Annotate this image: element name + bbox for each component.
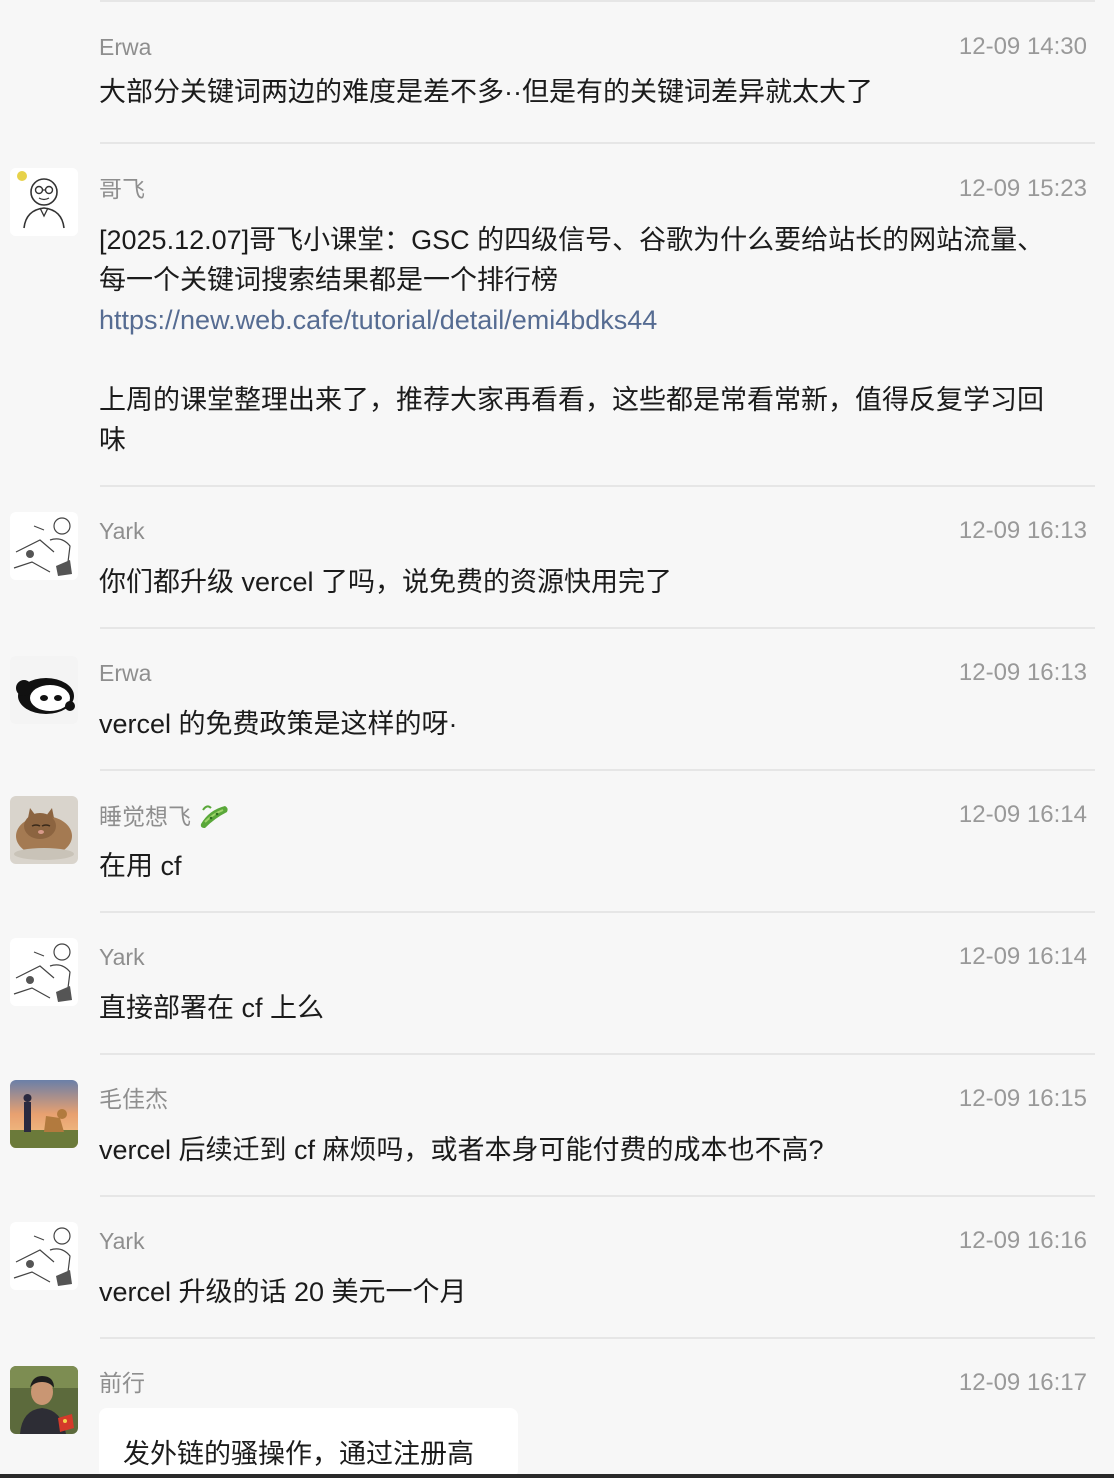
divider <box>100 142 1095 144</box>
divider <box>100 0 1095 2</box>
sender-name[interactable]: Erwa <box>99 32 151 62</box>
message-text: [2025.12.07]哥飞小课堂：GSC 的四级信号、谷歌为什么要给站长的网站… <box>99 225 1045 455</box>
divider <box>100 485 1095 487</box>
message-time: 12-09 16:17 <box>958 1369 1087 1396</box>
sender-name[interactable]: 毛佳杰 <box>99 1084 168 1114</box>
message-text: 你们都升级 vercel 了吗，说免费的资源快用完了 <box>99 567 673 597</box>
message-text: 大部分关键词两边的难度是差不多··但是有的关键词差异就太大了 <box>99 77 873 107</box>
sender-name[interactable]: Yark <box>99 942 145 972</box>
divider <box>100 1195 1095 1197</box>
message-text: 在用 cf <box>99 851 182 881</box>
message-time: 12-09 16:15 <box>958 1085 1087 1112</box>
sender-name[interactable]: Yark <box>99 1226 145 1256</box>
divider <box>100 1053 1095 1055</box>
window-bottom-edge <box>0 1474 1114 1478</box>
quoted-message-card[interactable]: 发外链的骚操作，通过注册高 <box>99 1408 518 1478</box>
message-time: 12-09 14:30 <box>958 33 1087 60</box>
line-sketch-avatar-icon[interactable] <box>10 1222 78 1290</box>
message-time: 12-09 16:14 <box>958 943 1087 970</box>
divider <box>100 769 1095 771</box>
divider <box>100 1337 1095 1339</box>
message-time: 12-09 16:14 <box>958 801 1087 828</box>
sender-name[interactable]: 前行 <box>99 1368 145 1398</box>
message-time: 12-09 16:13 <box>958 517 1087 544</box>
message-text: vercel 后续迁到 cf 麻烦吗，或者本身可能付费的成本也不高? <box>99 1135 824 1165</box>
message-time: 12-09 15:23 <box>958 175 1087 202</box>
divider <box>100 911 1095 913</box>
message-text: 直接部署在 cf 上么 <box>99 993 325 1023</box>
sender-name[interactable]: 睡觉想飞 <box>99 800 231 837</box>
cucumber-icon <box>197 800 231 837</box>
tutorial-link[interactable]: https://new.web.cafe/tutorial/detail/emi… <box>99 305 657 335</box>
chat-feed[interactable]: Erwa 12-09 14:30 大部分关键词两边的难度是差不多··但是有的关键… <box>0 0 1114 1478</box>
cat-photo-avatar-icon[interactable] <box>10 796 78 864</box>
line-sketch-avatar-icon[interactable] <box>10 938 78 1006</box>
panda-avatar-icon[interactable] <box>10 656 78 724</box>
quoted-message-text: 发外链的骚操作，通过注册高 <box>123 1439 474 1469</box>
divider <box>100 627 1095 629</box>
sunset-dog-avatar-icon[interactable] <box>10 1080 78 1148</box>
sender-name[interactable]: 哥飞 <box>99 174 145 204</box>
message-time: 12-09 16:16 <box>958 1227 1087 1254</box>
message-text: vercel 的免费政策是这样的呀· <box>99 709 458 739</box>
line-sketch-avatar-icon[interactable] <box>10 512 78 580</box>
sender-name[interactable]: Yark <box>99 516 145 546</box>
sender-name[interactable]: Erwa <box>99 658 151 688</box>
message-time: 12-09 16:13 <box>958 659 1087 686</box>
cartoon-man-with-glasses-avatar-icon[interactable] <box>10 168 78 236</box>
message-text: vercel 升级的话 20 美元一个月 <box>99 1277 467 1307</box>
person-photo-avatar-icon[interactable] <box>10 1366 78 1434</box>
